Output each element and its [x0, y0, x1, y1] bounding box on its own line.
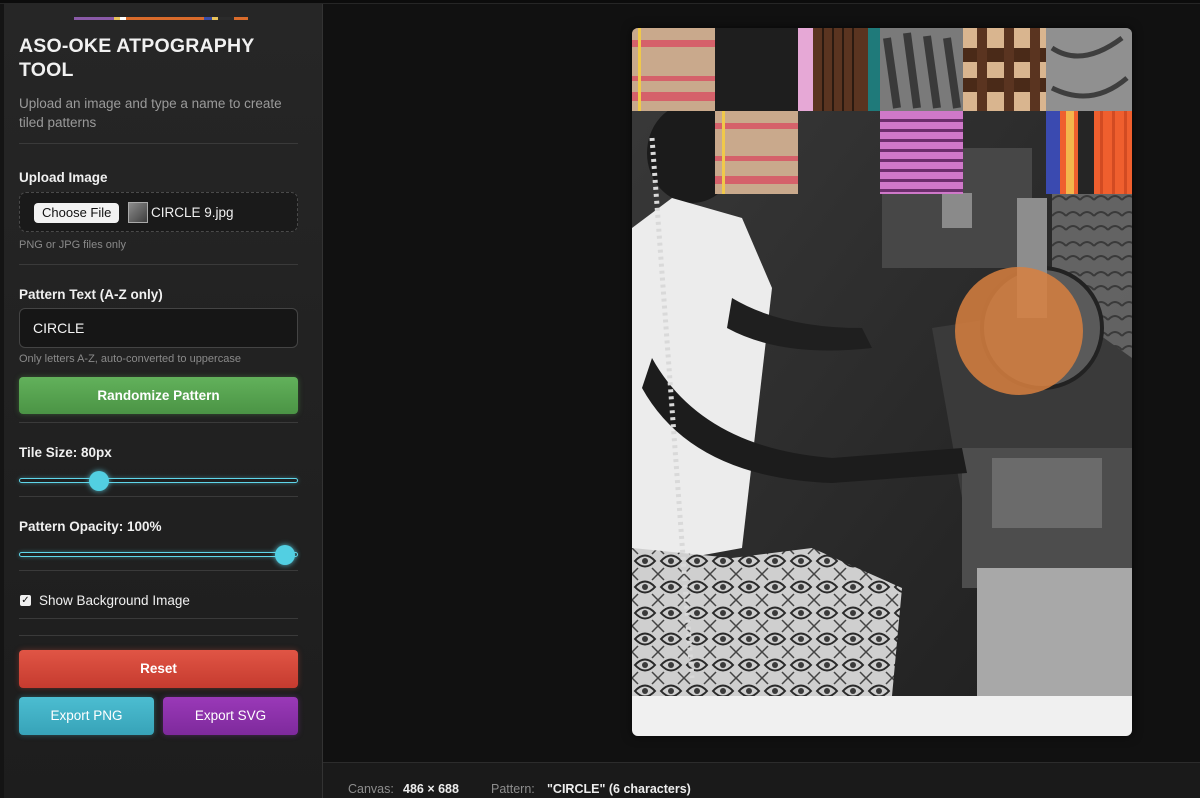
- status-bar: Canvas: 486 × 688 Pattern: "CIRCLE" (6 c…: [323, 762, 1200, 798]
- check-icon[interactable]: ✓: [20, 595, 31, 606]
- pattern-text-input[interactable]: [19, 308, 298, 348]
- selected-file-name: CIRCLE 9.jpg: [151, 205, 234, 220]
- slider-track[interactable]: [19, 552, 298, 557]
- file-upload-dropzone[interactable]: Choose File CIRCLE 9.jpg: [19, 192, 298, 232]
- slider-track[interactable]: [19, 478, 298, 483]
- divider: [19, 635, 298, 636]
- divider: [19, 143, 298, 144]
- divider: [19, 496, 298, 497]
- pattern-opacity-label: Pattern Opacity: 100%: [19, 519, 162, 534]
- control-sidebar: ASO-OKE ATPOGRAPHY TOOL Upload an image …: [4, 4, 323, 798]
- pattern-text-label: Pattern Text (A-Z only): [19, 287, 163, 302]
- export-svg-button[interactable]: Export SVG: [163, 697, 298, 735]
- tile-size-label: Tile Size: 80px: [19, 445, 112, 460]
- show-background-label: Show Background Image: [39, 593, 190, 608]
- app-subtitle: Upload an image and type a name to creat…: [19, 96, 282, 130]
- pattern-opacity-slider[interactable]: [19, 543, 298, 567]
- pattern-tile-row-1: [632, 28, 1132, 111]
- divider: [19, 264, 298, 265]
- tile-size-slider[interactable]: [19, 469, 298, 493]
- composed-canvas-image: [632, 28, 1132, 696]
- slider-thumb[interactable]: [88, 471, 109, 491]
- divider: [19, 570, 298, 571]
- app-root: ASO-OKE ATPOGRAPHY TOOL Upload an image …: [0, 0, 1200, 798]
- image-thumbnail-icon: [128, 202, 148, 223]
- pattern-tile-row-2: [715, 111, 1132, 194]
- slider-thumb[interactable]: [275, 545, 296, 565]
- upload-hint: PNG or JPG files only: [19, 239, 126, 251]
- upload-label: Upload Image: [19, 170, 108, 185]
- app-title: ASO-OKE ATPOGRAPHY TOOL: [19, 35, 255, 81]
- reset-button[interactable]: Reset: [19, 650, 298, 688]
- pattern-value: "CIRCLE" (6 characters): [547, 782, 691, 796]
- export-png-button[interactable]: Export PNG: [19, 697, 154, 735]
- pattern-canvas[interactable]: [632, 28, 1132, 736]
- pattern-text-hint: Only letters A-Z, auto-converted to uppe…: [19, 353, 241, 365]
- pattern-key: Pattern:: [491, 782, 535, 796]
- randomize-pattern-button[interactable]: Randomize Pattern: [19, 377, 298, 414]
- aso-oke-stripe-decoration: [74, 17, 259, 20]
- divider: [19, 422, 298, 423]
- choose-file-button[interactable]: Choose File: [34, 203, 120, 223]
- canvas-size-key: Canvas:: [348, 782, 394, 796]
- background-photo: [632, 28, 1132, 696]
- divider: [19, 618, 298, 619]
- canvas-area: [323, 4, 1200, 762]
- canvas-size-value: 486 × 688: [403, 782, 459, 796]
